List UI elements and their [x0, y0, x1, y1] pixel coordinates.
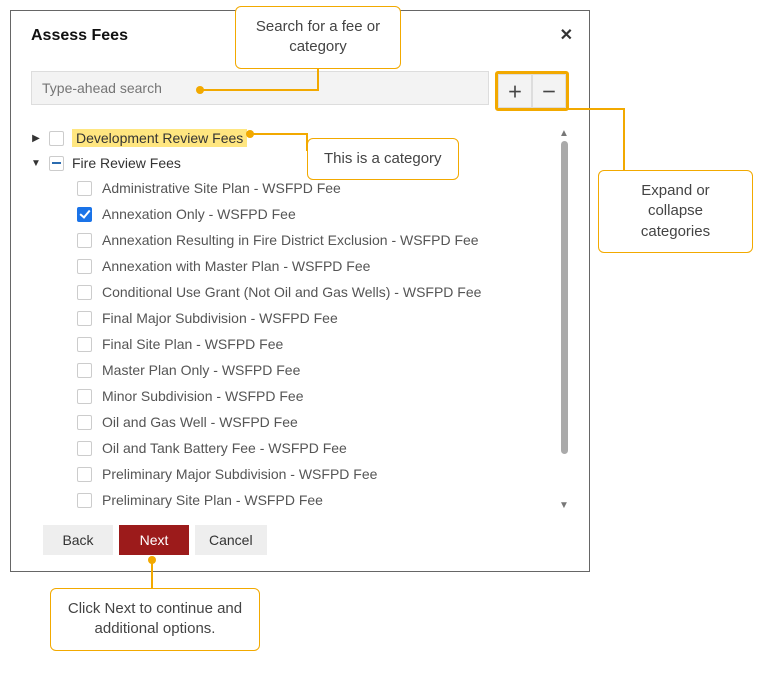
back-button[interactable]: Back: [43, 525, 113, 555]
fee-item-row[interactable]: Final Major Subdivision - WSFPD Fee: [77, 305, 553, 331]
callout-wire: [250, 133, 308, 135]
category-checkbox[interactable]: [49, 156, 64, 171]
callout-dot: [196, 86, 204, 94]
fee-checkbox[interactable]: [77, 259, 92, 274]
callout-wire: [557, 108, 625, 110]
fee-item-row[interactable]: Oil and Tank Battery Fee - WSFPD Fee: [77, 435, 553, 461]
fee-item-row[interactable]: Annexation with Master Plan - WSFPD Fee: [77, 253, 553, 279]
expand-all-button[interactable]: ＋: [498, 74, 532, 108]
fee-checkbox[interactable]: [77, 181, 92, 196]
callout-next: Click Next to continue and additional op…: [50, 588, 260, 651]
fee-item-row[interactable]: Preliminary Major Subdivision - WSFPD Fe…: [77, 461, 553, 487]
fee-item-row[interactable]: Minor Subdivision - WSFPD Fee: [77, 383, 553, 409]
fee-item-row[interactable]: Preliminary Site Plan - WSFPD Fee: [77, 487, 553, 513]
scroll-thumb[interactable]: [561, 141, 568, 454]
callout-wire: [151, 560, 153, 588]
fee-checkbox[interactable]: [77, 311, 92, 326]
fee-label: Final Major Subdivision - WSFPD Fee: [102, 310, 338, 326]
cancel-button[interactable]: Cancel: [195, 525, 267, 555]
scrollbar[interactable]: ▲ ▼: [559, 129, 569, 511]
assess-fees-panel: Assess Fees ✕ ＋ － ▶ Development Review F…: [10, 10, 590, 572]
fee-label: Oil and Tank Battery Fee - WSFPD Fee: [102, 440, 347, 456]
category-label: Fire Review Fees: [72, 155, 181, 171]
fee-item-row[interactable]: Annexation Resulting in Fire District Ex…: [77, 227, 553, 253]
fee-checkbox[interactable]: [77, 415, 92, 430]
callout-wire: [200, 89, 319, 91]
fee-label: Conditional Use Grant (Not Oil and Gas W…: [102, 284, 481, 300]
category-checkbox[interactable]: [49, 131, 64, 146]
fee-checkbox[interactable]: [77, 233, 92, 248]
fee-checkbox[interactable]: [77, 467, 92, 482]
fee-label: Oil and Gas Well - WSFPD Fee: [102, 414, 298, 430]
caret-down-icon[interactable]: ▼: [31, 158, 41, 169]
fee-label: Annexation with Master Plan - WSFPD Fee: [102, 258, 370, 274]
callout-text: Click Next to continue and additional op…: [68, 600, 242, 637]
expand-collapse-group: ＋ －: [495, 71, 569, 111]
fee-item-row[interactable]: Annexation Only - WSFPD Fee: [77, 201, 553, 227]
close-icon[interactable]: ✕: [560, 25, 573, 45]
fee-checkbox[interactable]: [77, 493, 92, 508]
fee-label: Administrative Site Plan - WSFPD Fee: [102, 180, 341, 196]
fee-checkbox[interactable]: [77, 207, 92, 222]
fee-tree: ▶ Development Review Fees ▼ Fire Review …: [31, 125, 569, 515]
collapse-all-button[interactable]: －: [532, 74, 566, 108]
caret-right-icon[interactable]: ▶: [31, 133, 41, 144]
fee-checkbox[interactable]: [77, 363, 92, 378]
category-row-fire[interactable]: ▼ Fire Review Fees: [31, 151, 553, 175]
fee-items-list: Administrative Site Plan - WSFPD Fee Anne…: [77, 175, 553, 515]
fee-label: Final Site Plan - WSFPD Fee: [102, 336, 283, 352]
fee-item-row[interactable]: Final Site Plan - WSFPD Fee: [77, 331, 553, 357]
footer-buttons: Back Next Cancel: [43, 525, 569, 555]
fee-label: Minor Subdivision - WSFPD Fee: [102, 388, 304, 404]
callout-category: This is a category: [307, 138, 459, 180]
fee-checkbox[interactable]: [77, 441, 92, 456]
fee-checkbox[interactable]: [77, 389, 92, 404]
scroll-up-icon[interactable]: ▲: [559, 129, 569, 139]
fee-checkbox[interactable]: [77, 285, 92, 300]
fee-label: Annexation Only - WSFPD Fee: [102, 206, 296, 222]
fee-checkbox[interactable]: [77, 337, 92, 352]
fee-item-row[interactable]: Master Plan Only - WSFPD Fee: [77, 357, 553, 383]
category-label: Development Review Fees: [72, 129, 247, 147]
callout-text: This is a category: [324, 150, 442, 167]
callout-expand: Expand or collapse categories: [598, 170, 753, 253]
callout-dot: [246, 130, 254, 138]
fee-label: Preliminary Major Subdivision - WSFPD Fe…: [102, 466, 377, 482]
search-row: ＋ －: [31, 71, 569, 111]
callout-text: Expand or collapse categories: [641, 182, 710, 240]
fee-item-row[interactable]: Qualified Commercial and Industrial Site…: [77, 513, 553, 515]
search-input[interactable]: [31, 71, 489, 105]
fee-item-row[interactable]: Conditional Use Grant (Not Oil and Gas W…: [77, 279, 553, 305]
scroll-down-icon[interactable]: ▼: [559, 501, 569, 511]
fee-item-row[interactable]: Oil and Gas Well - WSFPD Fee: [77, 409, 553, 435]
next-button[interactable]: Next: [119, 525, 189, 555]
callout-search: Search for a fee or category: [235, 6, 401, 69]
callout-wire: [623, 108, 625, 172]
plus-icon: ＋: [507, 81, 522, 102]
fee-label: Annexation Resulting in Fire District Ex…: [102, 232, 479, 248]
fee-label: Preliminary Site Plan - WSFPD Fee: [102, 492, 323, 508]
category-row-development[interactable]: ▶ Development Review Fees: [31, 125, 553, 151]
callout-text: Search for a fee or category: [256, 18, 380, 55]
minus-icon: －: [541, 81, 556, 102]
callout-dot: [148, 556, 156, 564]
fee-label: Master Plan Only - WSFPD Fee: [102, 362, 300, 378]
